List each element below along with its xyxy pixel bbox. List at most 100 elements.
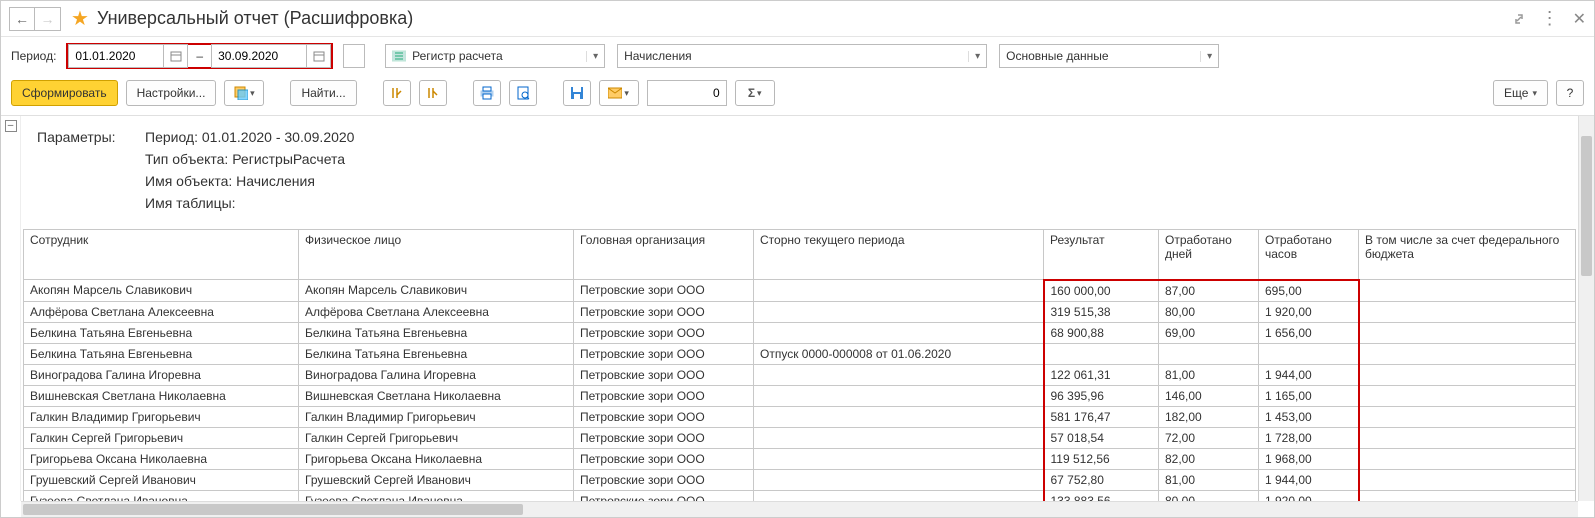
vertical-scrollbar[interactable] — [1578, 116, 1594, 501]
more-menu-icon[interactable]: ⋮ — [1541, 8, 1559, 29]
period-label: Период: — [11, 49, 56, 63]
back-button[interactable]: ← — [9, 7, 35, 31]
table-row[interactable]: Гузеева Светлана ИвановнаГузеева Светлан… — [24, 490, 1576, 501]
number-input[interactable] — [647, 80, 727, 106]
cell-storno — [754, 364, 1044, 385]
cell-days: 81,00 — [1159, 469, 1259, 490]
more-button[interactable]: Еще▾ — [1493, 80, 1548, 106]
table-row[interactable]: Белкина Татьяна ЕвгеньевнаБелкина Татьян… — [24, 343, 1576, 364]
cell-hours: 1 944,00 — [1259, 469, 1359, 490]
cell-days: 82,00 — [1159, 448, 1259, 469]
forward-button[interactable]: → — [35, 7, 61, 31]
table-row[interactable]: Вишневская Светлана НиколаевнаВишневская… — [24, 385, 1576, 406]
window: ← → ★ Универсальный отчет (Расшифровка) … — [0, 0, 1595, 518]
report-table: Сотрудник Физическое лицо Головная орган… — [23, 229, 1576, 501]
cell-result: 57 018,54 — [1044, 427, 1159, 448]
find-button[interactable]: Найти... — [290, 80, 356, 106]
table-row[interactable]: Алфёрова Светлана АлексеевнаАлфёрова Све… — [24, 301, 1576, 322]
cell-result: 68 900,88 — [1044, 322, 1159, 343]
col-result[interactable]: Результат — [1044, 230, 1159, 280]
params-block: Параметры:Период: 01.01.2020 - 30.09.202… — [21, 116, 1578, 229]
period-dash: – — [188, 49, 211, 63]
collapse-button[interactable] — [419, 80, 447, 106]
params-table-name: Имя таблицы: — [145, 192, 236, 214]
cell-org: Петровские зори ООО — [574, 448, 754, 469]
cell-hours: 695,00 — [1259, 280, 1359, 302]
scroll-thumb[interactable] — [1581, 136, 1592, 276]
cell-hours: 1 968,00 — [1259, 448, 1359, 469]
sum-button[interactable]: Σ▾ — [735, 80, 775, 106]
email-button[interactable]: ▾ — [599, 80, 639, 106]
table-row[interactable]: Грушевский Сергей ИвановичГрушевский Сер… — [24, 469, 1576, 490]
cell-org: Петровские зори ООО — [574, 343, 754, 364]
date-to-input[interactable] — [211, 44, 307, 68]
horizontal-scrollbar[interactable] — [21, 501, 1578, 517]
help-button[interactable]: ? — [1556, 80, 1584, 106]
save-button[interactable] — [563, 80, 591, 106]
col-org[interactable]: Головная организация — [574, 230, 754, 280]
col-days[interactable]: Отработано дней — [1159, 230, 1259, 280]
col-federal[interactable]: В том числе за счет федерального бюджета — [1359, 230, 1576, 280]
cell-result: 96 395,96 — [1044, 385, 1159, 406]
cell-storno — [754, 385, 1044, 406]
cell-federal — [1359, 406, 1576, 427]
outline-gutter: – — [1, 116, 21, 501]
date-from-input[interactable] — [68, 44, 164, 68]
register-type-value: Регистр расчета — [412, 49, 503, 63]
window-title: Универсальный отчет (Расшифровка) — [97, 8, 413, 29]
favorite-star-icon[interactable]: ★ — [71, 6, 89, 31]
cell-days: 81,00 — [1159, 364, 1259, 385]
cell-federal — [1359, 301, 1576, 322]
cell-employee: Белкина Татьяна Евгеньевна — [24, 343, 299, 364]
collapse-toggle[interactable]: – — [5, 120, 17, 132]
register-type-combo[interactable]: Регистр расчета ▾ — [385, 44, 605, 68]
col-storno[interactable]: Сторно текущего периода — [754, 230, 1044, 280]
expand-button[interactable] — [383, 80, 411, 106]
cell-org: Петровские зори ООО — [574, 469, 754, 490]
cell-storno — [754, 427, 1044, 448]
generate-button[interactable]: Сформировать — [11, 80, 118, 106]
scroll-thumb[interactable] — [23, 504, 523, 515]
cell-days: 69,00 — [1159, 322, 1259, 343]
cell-person: Вишневская Светлана Николаевна — [299, 385, 574, 406]
cell-federal — [1359, 343, 1576, 364]
cell-storno — [754, 280, 1044, 302]
table-row[interactable]: Виноградова Галина ИгоревнаВиноградова Г… — [24, 364, 1576, 385]
cell-org: Петровские зори ООО — [574, 385, 754, 406]
table-row[interactable]: Акопян Марсель СлавиковичАкопян Марсель … — [24, 280, 1576, 302]
period-extra-button[interactable] — [343, 44, 365, 68]
accruals-combo[interactable]: Начисления ▾ — [617, 44, 987, 68]
col-person[interactable]: Физическое лицо — [299, 230, 574, 280]
col-hours[interactable]: Отработано часов — [1259, 230, 1359, 280]
chevron-down-icon: ▾ — [968, 51, 980, 62]
table-row[interactable]: Галкин Владимир ГригорьевичГалкин Владим… — [24, 406, 1576, 427]
print-button[interactable] — [473, 80, 501, 106]
chevron-down-icon: ▾ — [586, 51, 598, 62]
cell-days: 72,00 — [1159, 427, 1259, 448]
cell-days: 146,00 — [1159, 385, 1259, 406]
cell-result: 319 515,38 — [1044, 301, 1159, 322]
report-scroll[interactable]: Параметры:Период: 01.01.2020 - 30.09.202… — [21, 116, 1578, 501]
cell-federal — [1359, 385, 1576, 406]
preview-button[interactable] — [509, 80, 537, 106]
cell-result: 67 752,80 — [1044, 469, 1159, 490]
table-row[interactable]: Григорьева Оксана НиколаевнаГригорьева О… — [24, 448, 1576, 469]
cell-org: Петровские зори ООО — [574, 322, 754, 343]
close-icon[interactable]: ✕ — [1573, 9, 1586, 29]
cell-days — [1159, 343, 1259, 364]
cell-result: 133 883,56 — [1044, 490, 1159, 501]
table-row[interactable]: Белкина Татьяна ЕвгеньевнаБелкина Татьян… — [24, 322, 1576, 343]
variants-button[interactable]: ▾ — [224, 80, 264, 106]
cell-org: Петровские зори ООО — [574, 406, 754, 427]
col-employee[interactable]: Сотрудник — [24, 230, 299, 280]
settings-button[interactable]: Настройки... — [126, 80, 217, 106]
cell-federal — [1359, 427, 1576, 448]
cell-federal — [1359, 364, 1576, 385]
cell-employee: Белкина Татьяна Евгеньевна — [24, 322, 299, 343]
calendar-to-button[interactable] — [307, 44, 331, 68]
calendar-from-button[interactable] — [164, 44, 188, 68]
table-row[interactable]: Галкин Сергей ГригорьевичГалкин Сергей Г… — [24, 427, 1576, 448]
cell-result: 119 512,56 — [1044, 448, 1159, 469]
basic-data-combo[interactable]: Основные данные ▾ — [999, 44, 1219, 68]
link-icon[interactable] — [1511, 11, 1527, 27]
